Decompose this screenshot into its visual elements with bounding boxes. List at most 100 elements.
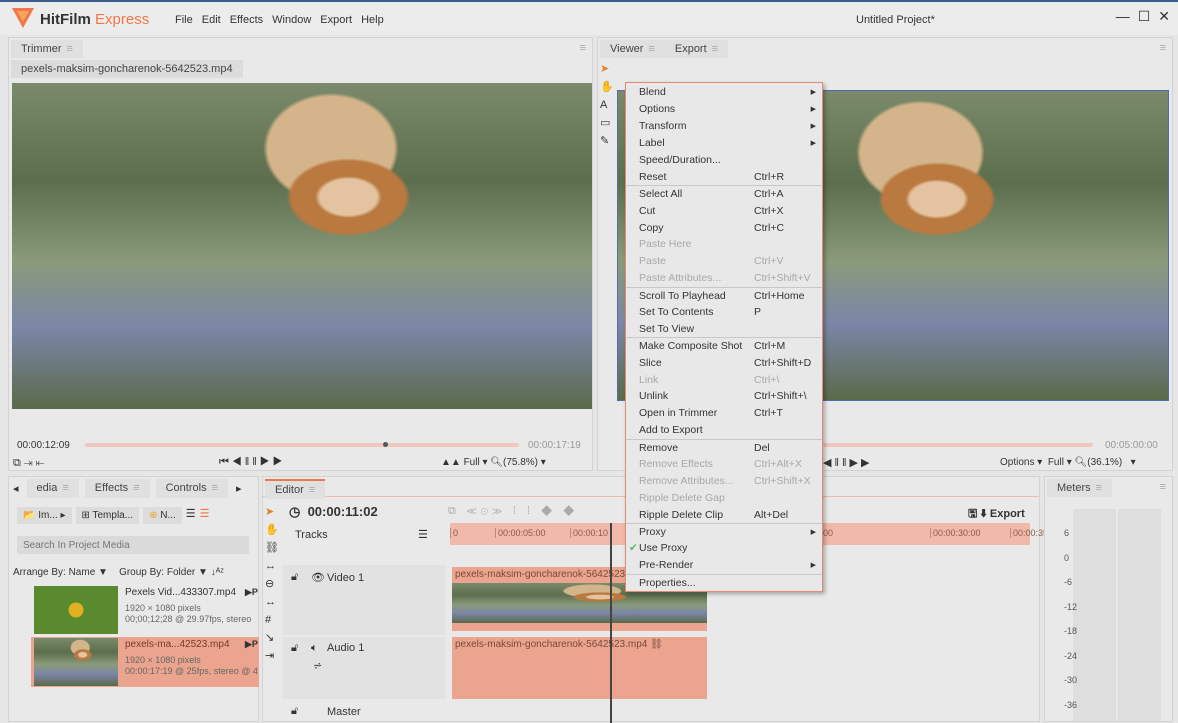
meter-scale-label: -36 bbox=[1064, 699, 1078, 710]
lock-icon[interactable]: 🔓︎ bbox=[291, 705, 298, 718]
trimmer-scrubber[interactable] bbox=[85, 442, 519, 447]
viewer-transport-controls[interactable]: ◀‖‖▶▶ bbox=[823, 456, 872, 469]
media-item[interactable]: Pexels Vid...433307.mp4 ▶P 1920 × 1080 pix… bbox=[31, 585, 259, 635]
speaker-icon[interactable]: 🔈︎ bbox=[311, 642, 318, 655]
trimmer-file-tab[interactable]: pexels-maksim-goncharenok-5642523.mp4 bbox=[11, 60, 243, 78]
menu-item-speed-duration[interactable]: Speed/Duration... bbox=[626, 152, 822, 169]
shortcut: Ctrl+R bbox=[754, 170, 785, 183]
new-button[interactable]: ⊕ N... bbox=[143, 507, 182, 524]
media-item-resolution: 1920 × 1080 pixels bbox=[125, 655, 201, 665]
media-thumbnail bbox=[34, 586, 118, 634]
insert-overwrite-icon[interactable]: ▲▲ bbox=[441, 457, 464, 468]
shortcut: Ctrl+Shift+V bbox=[754, 272, 811, 285]
ruler-label: 00:00:05:00 bbox=[495, 528, 546, 538]
tab-scroll-right-icon[interactable]: ▸ bbox=[234, 479, 244, 498]
tab-controls[interactable]: Controls ≡ bbox=[155, 479, 228, 498]
audio-clip[interactable]: pexels-maksim-goncharenok-5642523.mp4 ⛓ bbox=[452, 637, 707, 699]
editor-toolbar[interactable]: ➤ ✋ ⛓ ↔ ⊖ ↔ # ↘ ⇥ bbox=[265, 503, 281, 665]
menu-item-blend[interactable]: Blend ▶ bbox=[626, 84, 822, 101]
trimmer-transport-controls[interactable]: ⏮◀‖‖▶▶ bbox=[219, 456, 285, 469]
zoom-dropdown[interactable]: (75.8%) bbox=[503, 457, 538, 468]
export-button[interactable]: 🖫 ⬇ Export bbox=[968, 505, 1025, 524]
lock-icon[interactable]: 🔓︎ bbox=[291, 642, 298, 655]
close-icon[interactable]: ✕ bbox=[1158, 8, 1170, 25]
trimmer-playhead[interactable] bbox=[383, 442, 388, 447]
menu-help[interactable]: Help bbox=[361, 14, 384, 26]
menu-item-select-all[interactable]: Select All Ctrl+A bbox=[626, 185, 822, 202]
arrange-dropdown[interactable]: Arrange By: Name bbox=[13, 567, 95, 578]
menu-file[interactable]: File bbox=[175, 14, 193, 26]
meter-scale-label: -30 bbox=[1064, 675, 1078, 685]
shortcut: Ctrl+\ bbox=[754, 373, 780, 386]
menu-window[interactable]: Window bbox=[272, 14, 311, 26]
editor-timecode[interactable]: 00:00:11:02 bbox=[308, 504, 378, 519]
detail-view-icon[interactable]: ☰ bbox=[200, 507, 210, 524]
panel-menu-icon[interactable]: ≡ bbox=[580, 42, 586, 54]
tab-export[interactable]: Export ≡ bbox=[664, 40, 729, 58]
group-dropdown[interactable]: Group By: Folder bbox=[119, 567, 195, 578]
check-icon: ✔ bbox=[629, 542, 638, 555]
quality-dropdown[interactable]: Full bbox=[1048, 457, 1064, 468]
menu-item-copy[interactable]: Copy Ctrl+C bbox=[626, 219, 822, 236]
tab-meters[interactable]: Meters ≡ bbox=[1047, 479, 1113, 497]
menu-edit[interactable]: Edit bbox=[202, 14, 221, 26]
menu-effects[interactable]: Effects bbox=[230, 14, 263, 26]
menu-item-options[interactable]: Options ▶ bbox=[626, 101, 822, 118]
sort-icon[interactable]: ↓ᴬᶻ bbox=[211, 567, 224, 578]
menu-item-make-composite-shot[interactable]: Make Composite Shot Ctrl+M bbox=[626, 337, 822, 354]
menu-item-pre-render[interactable]: Pre-Render ▶ bbox=[626, 557, 822, 574]
app-name: HitFilm Express bbox=[40, 11, 150, 28]
menu-item-reset[interactable]: Reset Ctrl+R bbox=[626, 168, 822, 185]
options-dropdown[interactable]: Options bbox=[1000, 457, 1034, 468]
quality-dropdown[interactable]: Full bbox=[464, 457, 480, 468]
menu-item-use-proxy[interactable]: ✔ Use Proxy bbox=[626, 540, 822, 557]
menu-item-label[interactable]: Label ▶ bbox=[626, 135, 822, 152]
menu-item-scroll-to-playhead[interactable]: Scroll To Playhead Ctrl+Home bbox=[626, 286, 822, 304]
tab-editor[interactable]: Editor ≡ bbox=[265, 479, 326, 499]
menu-item-remove[interactable]: Remove Del bbox=[626, 438, 822, 456]
tracks-menu-icon[interactable]: ☰ bbox=[418, 528, 428, 541]
menu-item-cut[interactable]: Cut Ctrl+X bbox=[626, 202, 822, 219]
menu-item-add-to-export[interactable]: Add to Export bbox=[626, 422, 822, 439]
tab-effects[interactable]: Effects ≡ bbox=[84, 479, 150, 498]
menu-item-set-to-contents[interactable]: Set To Contents P bbox=[626, 304, 822, 321]
menu-item-ripple-delete-clip[interactable]: Ripple Delete Clip Alt+Del bbox=[626, 506, 822, 523]
import-button[interactable]: 📂 Im... ▸ bbox=[17, 507, 72, 524]
tab-trimmer[interactable]: Trimmer ≡ bbox=[11, 40, 83, 58]
submenu-arrow-icon: ▶ bbox=[810, 529, 816, 537]
eye-icon[interactable]: 👁︎ bbox=[311, 571, 325, 584]
menu-item-open-in-trimmer[interactable]: Open in Trimmer Ctrl+T bbox=[626, 405, 822, 422]
minimize-icon[interactable]: — bbox=[1116, 8, 1130, 25]
shortcut: Ctrl+Shift+D bbox=[754, 356, 812, 369]
waveform-icon[interactable]: ⩫ bbox=[313, 659, 322, 672]
trimmer-inout-icons[interactable]: ⧉ ⇥ ⇤ bbox=[13, 457, 45, 470]
shortcut: Ctrl+T bbox=[754, 407, 783, 420]
panel-menu-icon[interactable]: ≡ bbox=[1160, 481, 1166, 493]
lock-icon[interactable]: 🔓︎ bbox=[291, 571, 298, 584]
zoom-dropdown[interactable]: (36.1%) bbox=[1087, 457, 1122, 468]
viewer-toolbar[interactable]: ➤ ✋ A ▭ ✎ bbox=[600, 60, 616, 150]
search-input[interactable] bbox=[17, 536, 249, 554]
templates-button[interactable]: ⊞ Templa... bbox=[75, 507, 140, 524]
menu-export[interactable]: Export bbox=[320, 14, 352, 26]
tab-scroll-left-icon[interactable]: ◂ bbox=[11, 479, 21, 498]
viewer-scrubber[interactable] bbox=[823, 443, 1093, 447]
track-header-master: 🔓︎ Master bbox=[283, 701, 445, 721]
menu-item-set-to-view[interactable]: Set To View bbox=[626, 320, 822, 337]
ruler-label: 00:00:30:00 bbox=[930, 528, 981, 538]
timeline-playhead[interactable] bbox=[610, 523, 612, 723]
menu-item-unlink[interactable]: Unlink Ctrl+Shift+\ bbox=[626, 388, 822, 405]
media-item[interactable]: pexels-ma...42523.mp4 ▶P 1920 × 1080 pixel… bbox=[31, 637, 259, 687]
list-view-icon[interactable]: ☰ bbox=[186, 507, 196, 524]
editor-nav-controls[interactable]: ⧉ ≪⊙≫ ⁞ ⁞ ◆ ◆ bbox=[448, 505, 578, 518]
menu-item-proxy[interactable]: Proxy ▶ bbox=[626, 523, 822, 540]
zoom-icon: 🔍︎ bbox=[1074, 457, 1088, 468]
tab-edia[interactable]: edia ≡ bbox=[26, 479, 79, 498]
menu-item-slice[interactable]: Slice Ctrl+Shift+D bbox=[626, 354, 822, 371]
tab-viewer[interactable]: Viewer ≡ bbox=[600, 40, 665, 58]
menu-item-transform[interactable]: Transform ▶ bbox=[626, 118, 822, 135]
menu-item-properties[interactable]: Properties... bbox=[626, 573, 822, 591]
maximize-icon[interactable]: ☐ bbox=[1138, 8, 1151, 25]
context-menu: Blend ▶ Options ▶ Transform ▶ Label ▶ Speed/Dura… bbox=[625, 82, 823, 592]
panel-menu-icon[interactable]: ≡ bbox=[1160, 42, 1166, 54]
